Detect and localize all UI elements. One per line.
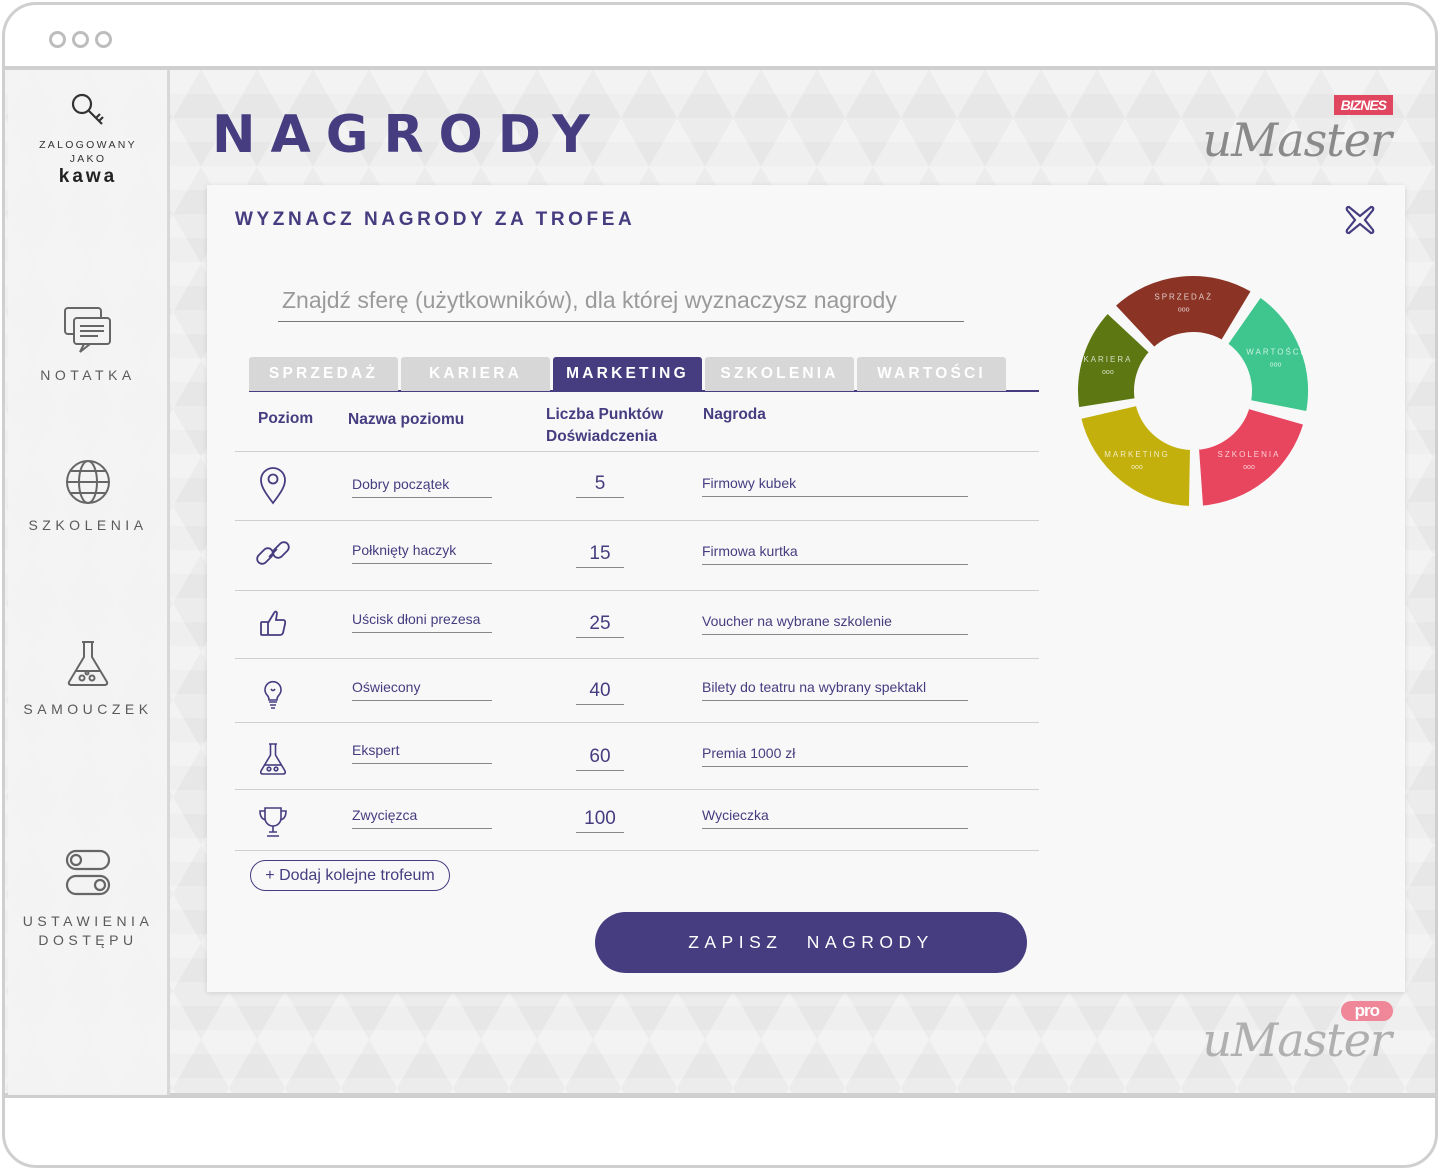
col-header-points: Liczba Punktów Doświadczenia xyxy=(546,404,663,448)
link-icon xyxy=(256,541,290,565)
level-name-field[interactable]: Ekspert xyxy=(352,742,492,764)
level-name-field[interactable]: Zwycięzca xyxy=(352,807,492,829)
tab-marketing[interactable]: MARKETING xyxy=(553,357,702,391)
sidebar-item-label: SZKOLENIA xyxy=(28,517,148,533)
window-controls xyxy=(49,31,112,48)
tab-wartosci[interactable]: WARTOŚCI xyxy=(857,357,1006,391)
tab-szkolenia[interactable]: SZKOLENIA xyxy=(705,357,854,391)
sidebar-item-label: NOTATKA xyxy=(40,367,136,383)
spheres-donut-chart: SPRZEDAŻ ooo WARTOŚCI ooo SZKOLENIA ooo MARKET… xyxy=(1074,272,1312,511)
brand-name: uMaster xyxy=(1202,1013,1392,1067)
flask-icon xyxy=(67,641,109,686)
table-row: Połknięty haczyk 15 Firmowa kurtka xyxy=(235,521,1039,591)
brand-logo-footer: uMaster pro xyxy=(1202,1001,1393,1067)
points-field[interactable]: 5 xyxy=(576,473,624,498)
donut-segment-sublabel: ooo xyxy=(1178,306,1190,313)
reward-field[interactable]: Wycieczka xyxy=(702,807,968,829)
donut-segment-sublabel: ooo xyxy=(1243,464,1255,471)
trophy-icon xyxy=(259,807,287,837)
reward-field[interactable]: Bilety do teatru na wybrany spektakl xyxy=(702,679,968,701)
add-trophy-button[interactable]: + Dodaj kolejne trofeum xyxy=(250,860,450,891)
flask-icon xyxy=(259,743,287,775)
map-pin-icon xyxy=(260,467,286,505)
points-field[interactable]: 15 xyxy=(576,543,624,568)
level-name-field[interactable]: Połknięty haczyk xyxy=(352,542,492,564)
logged-as-label: ZALOGOWANY xyxy=(39,139,137,151)
level-name-field[interactable]: Uścisk dłoni prezesa xyxy=(352,611,492,633)
sidebar-item-label-2: DOSTĘPU xyxy=(38,932,138,948)
donut-segment-sublabel: ooo xyxy=(1270,362,1282,369)
key-icon xyxy=(71,93,104,125)
points-field[interactable]: 40 xyxy=(576,680,624,705)
donut-segment-sublabel: ooo xyxy=(1131,464,1143,471)
toggles-icon xyxy=(65,849,111,896)
brand-name: uMaster xyxy=(1202,113,1392,167)
col-header-level-name: Nazwa poziomu xyxy=(348,411,465,428)
sidebar-item-label: USTAWIENIA xyxy=(22,913,154,929)
level-name-field[interactable]: Dobry początek xyxy=(352,476,492,498)
save-rewards-button[interactable]: ZAPISZ NAGRODY xyxy=(595,912,1027,973)
points-field[interactable]: 100 xyxy=(576,808,624,833)
sidebar: ZALOGOWANY JAKO kawa NOTATKA SZKOLENIA S… xyxy=(8,70,170,1095)
reward-field[interactable]: Firmowa kurtka xyxy=(702,543,968,565)
table-row: Uścisk dłoni prezesa 25 Voucher na wybra… xyxy=(235,591,1039,659)
sidebar-item-label: SAMOUCZEK xyxy=(23,701,153,717)
table-row: Dobry początek 5 Firmowy kubek xyxy=(235,452,1039,521)
app-window: ZALOGOWANY JAKO kawa NOTATKA SZKOLENIA S… xyxy=(2,2,1438,1168)
donut-segment-sublabel: ooo xyxy=(1102,369,1114,376)
sidebar-item-ustawienia-dostepu[interactable]: USTAWIENIA DOSTĘPU xyxy=(8,848,168,950)
sphere-search-input[interactable] xyxy=(278,279,964,322)
sidebar-item-samouczek[interactable]: SAMOUCZEK xyxy=(8,638,168,719)
footer-divider xyxy=(5,1093,1435,1098)
panel-title: WYZNACZ NAGRODY ZA TROFEA xyxy=(235,209,636,230)
logged-as-label-2: JAKO xyxy=(69,153,107,165)
rewards-panel: WYZNACZ NAGRODY ZA TROFEA SPRZEDAŻ KARIE… xyxy=(207,185,1405,992)
tab-kariera[interactable]: KARIERA xyxy=(401,357,550,391)
level-name-field[interactable]: Oświecony xyxy=(352,679,492,701)
donut-segment-label: MARKETING xyxy=(1104,450,1170,459)
brand-logo: uMaster BIZNES xyxy=(1202,95,1393,167)
sidebar-item-szkolenia[interactable]: SZKOLENIA xyxy=(8,458,168,535)
brand-badge: BIZNES xyxy=(1333,95,1393,115)
tab-sprzedaz[interactable]: SPRZEDAŻ xyxy=(249,357,398,391)
close-icon[interactable] xyxy=(1343,203,1377,237)
reward-field[interactable]: Premia 1000 zł xyxy=(702,745,968,767)
donut-segment-label: SPRZEDAŻ xyxy=(1154,292,1213,301)
sidebar-item-notatka[interactable]: NOTATKA xyxy=(8,304,168,385)
table-row: Zwycięzca 100 Wycieczka xyxy=(235,790,1039,851)
col-header-points-line1: Liczba Punktów xyxy=(546,406,664,423)
reward-field[interactable]: Voucher na wybrane szkolenie xyxy=(702,613,968,635)
reward-field[interactable]: Firmowy kubek xyxy=(702,475,968,497)
window-dot-1[interactable] xyxy=(49,31,66,48)
points-field[interactable]: 60 xyxy=(576,746,624,771)
page-title: NAGRODY xyxy=(212,105,605,165)
donut-segment-label: SZKOLENIA xyxy=(1218,450,1281,459)
donut-segment-label: KARIERA xyxy=(1083,355,1132,364)
window-dot-3[interactable] xyxy=(95,31,112,48)
username: kawa xyxy=(58,166,118,187)
points-field[interactable]: 25 xyxy=(576,613,624,638)
table-row: Ekspert 60 Premia 1000 zł xyxy=(235,723,1039,790)
col-header-points-line2: Doświadczenia xyxy=(546,428,658,445)
col-header-reward: Nagroda xyxy=(703,406,766,423)
globe-icon xyxy=(66,460,110,504)
table-header: Poziom Nazwa poziomu Liczba Punktów Dośw… xyxy=(235,403,1039,452)
sidebar-user: ZALOGOWANY JAKO kawa xyxy=(8,90,168,188)
thumbs-up-icon xyxy=(260,610,287,636)
sphere-tabs: SPRZEDAŻ KARIERA MARKETING SZKOLENIA WAR… xyxy=(249,357,1039,392)
chat-icon xyxy=(64,307,111,353)
table-row: Oświecony 40 Bilety do teatru na wybrany… xyxy=(235,659,1039,723)
donut-segment-label: WARTOŚCI xyxy=(1246,348,1305,357)
lightbulb-icon xyxy=(264,680,282,709)
brand-badge-pro: pro xyxy=(1340,1001,1393,1021)
window-dot-2[interactable] xyxy=(72,31,89,48)
col-header-level: Poziom xyxy=(258,410,314,427)
